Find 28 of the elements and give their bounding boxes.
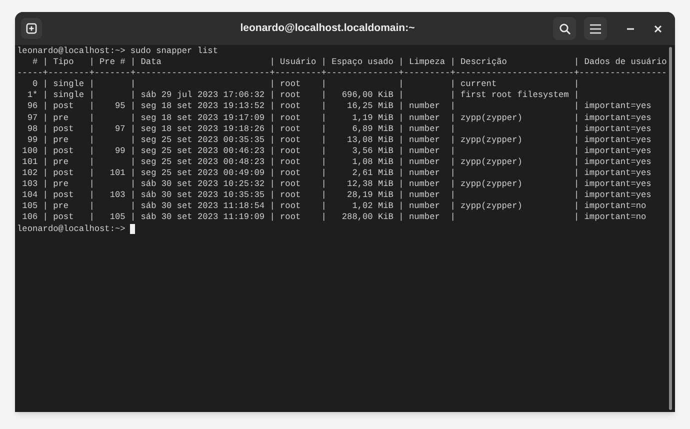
terminal-line: 97 | pre | | seg 18 set 2023 19:17:09 | root | 1,19 MiB | number | zypp(zypper) | important=yes (26, 112, 652, 124)
terminal-line: 1* | single | | sáb 29 jul 2023 17:06:32 | root | 696,00 KiB | | first root filesystem | (26, 90, 580, 102)
terminal-prompt: leonardo@localhost:~> (17, 224, 126, 235)
terminal-line: 98 | post | 97 | seg 18 set 2023 19:18:26 | root | 6,89 MiB | number | | important=yes (26, 124, 652, 135)
terminal-line: 104 | post | 103 | sáb 30 set 2023 10:35:35 | root | 28,19 MiB | number | | important=yes (21, 190, 652, 202)
close-icon (654, 24, 662, 32)
window-title: leonardo@localhost.localdomain:~ (240, 20, 415, 36)
terminal-line: 96 | post | 95 | seg 18 set 2023 19:13:52 | root | 16,25 MiB | number | | important=yes (26, 101, 652, 113)
terminal-prompt: leonardo@localhost:~> (17, 46, 126, 58)
search-button[interactable] (553, 17, 576, 40)
minimize-icon (626, 28, 634, 30)
menu-icon (590, 24, 601, 34)
plus-square-icon (26, 23, 37, 34)
terminal-command: sudo snapper list (130, 46, 218, 58)
terminal-line: 103 | pre | | sáb 30 set 2023 10:25:32 | root | 12,38 MiB | number | zypp(zypper) | important=yes (21, 179, 652, 190)
search-icon (558, 22, 570, 34)
terminal-line: 99 | pre | | seg 25 set 2023 00:35:35 | root | 13,08 MiB | number | zypp(zypper) | important=yes (26, 134, 652, 146)
terminal-line: 0 | single | | | root | | | current | (31, 79, 580, 90)
menu-button[interactable] (584, 17, 607, 40)
text-cursor (130, 224, 136, 234)
terminal-line: # | Tipo | Pre # | Data | Usuário | Espaço usado | Limpeza | Descrição | Dados de usuário (31, 57, 667, 68)
terminal-line: 101 | pre | | seg 25 set 2023 00:48:23 | root | 1,08 MiB | number | zypp(zypper) | important=yes (21, 156, 652, 168)
terminal-line: -----+--------+-------+--------------------------+---------+--------------+---------+-----------------------+----------------- (17, 68, 667, 80)
terminal-line: 100 | post | 99 | seg 25 set 2023 00:46:23 | root | 3,56 MiB | number | | important=yes (21, 146, 652, 157)
terminal-line: 106 | post | 105 | sáb 30 set 2023 11:19:09 | root | 288,00 KiB | number | | important=no (21, 212, 648, 224)
new-tab-button[interactable] (21, 18, 42, 39)
terminal-line: 105 | pre | | sáb 30 set 2023 11:18:54 | root | 1,02 MiB | number | zypp(zypper) | important=no (21, 201, 648, 212)
terminal-line: 102 | post | 101 | seg 25 set 2023 00:49:09 | root | 2,61 MiB | number | | important=yes (21, 168, 652, 180)
